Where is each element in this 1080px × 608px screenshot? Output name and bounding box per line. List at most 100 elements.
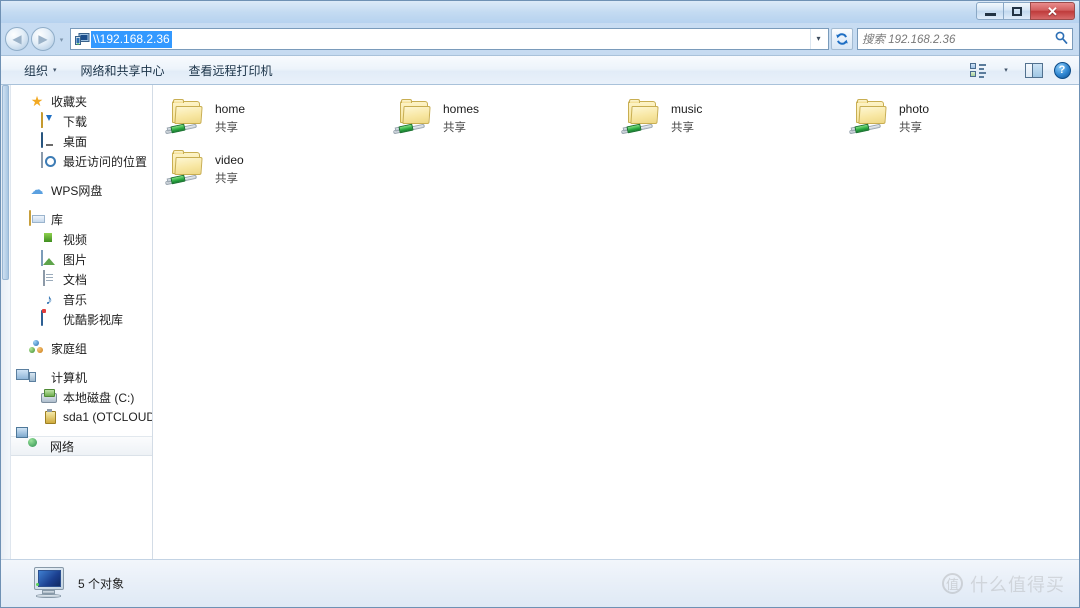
back-button[interactable]: ◀ xyxy=(5,27,29,51)
sidebar-item-youku-library[interactable]: 优酷影视库 xyxy=(11,309,152,329)
chevron-down-icon: ▾ xyxy=(53,67,57,74)
explorer-window: ✕ ◀ ▶ ▾ \\192.168.2.36 ▾ 搜索 192.168.2.36… xyxy=(0,0,1080,608)
list-item[interactable]: photo 共享 xyxy=(847,93,1075,143)
sidebar-item-local-disk-c[interactable]: 本地磁盘 (C:) xyxy=(11,387,152,407)
sidebar-label-music: 音乐 xyxy=(63,292,88,307)
search-icon xyxy=(1055,31,1068,47)
cloud-icon: ☁ xyxy=(30,182,44,197)
shared-folder-icon xyxy=(620,97,665,139)
shared-folder-icon xyxy=(164,148,209,190)
sidebar-group-network: 网络 xyxy=(11,436,152,456)
change-view-button[interactable] xyxy=(965,59,991,81)
sidebar-label-wps-cloud: WPS网盘 xyxy=(51,183,103,198)
sidebar-label-youku-library: 优酷影视库 xyxy=(63,312,124,327)
network-sharing-center-button[interactable]: 网络和共享中心 xyxy=(72,58,174,83)
list-item-name: photo xyxy=(899,102,930,116)
sidebar-group-wps: ☁ WPS网盘 xyxy=(11,180,152,200)
sidebar-label-downloads: 下载 xyxy=(63,114,88,129)
sidebar-item-libraries[interactable]: 库 xyxy=(11,209,152,229)
sidebar-item-recent-places[interactable]: 最近访问的位置 xyxy=(11,151,152,171)
sidebar-label-sda1: sda1 (OTCLOUD_7 xyxy=(63,410,152,424)
address-dropdown-button[interactable]: ▾ xyxy=(810,29,826,49)
file-list-pane[interactable]: home 共享 homes 共享 music 共享 photo 共享 video… xyxy=(153,85,1079,559)
view-remote-printers-button[interactable]: 查看远程打印机 xyxy=(180,58,282,83)
sidebar-item-computer[interactable]: 计算机 xyxy=(11,367,152,387)
sidebar-item-videos[interactable]: 视频 xyxy=(11,229,152,249)
sidebar-label-libraries: 库 xyxy=(51,212,64,227)
list-item[interactable]: music 共享 xyxy=(619,93,847,143)
view-dropdown-button[interactable]: ▾ xyxy=(993,59,1019,81)
refresh-icon xyxy=(836,33,848,45)
sidebar-item-wps-cloud[interactable]: ☁ WPS网盘 xyxy=(11,180,152,200)
network-sharing-label: 网络和共享中心 xyxy=(80,63,165,78)
computer-icon xyxy=(26,565,70,603)
list-item-name: homes xyxy=(443,102,480,116)
shared-folder-icon xyxy=(164,97,209,139)
minimize-button[interactable] xyxy=(976,2,1004,20)
forward-button[interactable]: ▶ xyxy=(31,27,55,51)
preview-pane-button[interactable] xyxy=(1021,59,1047,81)
maximize-restore-button[interactable] xyxy=(1003,2,1031,20)
sidebar-item-downloads[interactable]: 下载 xyxy=(11,111,152,131)
sidebar-label-network: 网络 xyxy=(50,439,75,454)
sidebar-label-computer: 计算机 xyxy=(51,370,88,385)
list-item-text: video 共享 xyxy=(209,148,244,187)
list-item[interactable]: video 共享 xyxy=(163,144,391,194)
list-item-subtitle: 共享 xyxy=(671,122,694,134)
list-item-text: music 共享 xyxy=(665,97,702,136)
forward-arrow-icon: ▶ xyxy=(38,32,48,46)
downloads-icon xyxy=(41,112,57,129)
sidebar-item-homegroup[interactable]: 家庭组 xyxy=(11,338,152,358)
sidebar-item-pictures[interactable]: 图片 xyxy=(11,249,152,269)
library-icon xyxy=(29,210,45,227)
sidebar-label-desktop: 桌面 xyxy=(63,134,88,149)
search-box[interactable]: 搜索 192.168.2.36 xyxy=(857,28,1073,50)
computer-icon xyxy=(29,369,45,385)
help-icon: ? xyxy=(1053,61,1071,79)
sidebar-item-sda1[interactable]: sda1 (OTCLOUD_7 xyxy=(11,407,152,427)
list-item-subtitle: 共享 xyxy=(215,122,238,134)
sidebar-item-favorites[interactable]: ★ 收藏夹 xyxy=(11,91,152,111)
close-button[interactable]: ✕ xyxy=(1030,2,1075,20)
sidebar-item-network[interactable]: 网络 xyxy=(11,436,152,456)
back-arrow-icon: ◀ xyxy=(12,32,22,46)
star-icon: ★ xyxy=(30,93,44,109)
file-grid: home 共享 homes 共享 music 共享 photo 共享 video… xyxy=(163,93,1079,195)
network-computer-icon xyxy=(73,32,91,46)
preview-pane-icon xyxy=(1025,62,1043,78)
help-button[interactable]: ? xyxy=(1049,59,1075,81)
list-item-name: music xyxy=(671,102,703,116)
sidebar-item-documents[interactable]: 文档 xyxy=(11,269,152,289)
navigation-pane: ★ 收藏夹 下载 桌面 最近访问的位置 ☁ WPS网盘 库 视频 图片 文档 ♪… xyxy=(11,85,153,559)
list-item-name: video xyxy=(215,153,244,167)
list-item[interactable]: home 共享 xyxy=(163,93,391,143)
recent-pages-button[interactable]: ▾ xyxy=(55,34,68,44)
window-controls: ✕ xyxy=(976,2,1075,20)
scrollbar-thumb[interactable] xyxy=(2,85,9,280)
sidebar-label-documents: 文档 xyxy=(63,272,88,287)
list-item-text: home 共享 xyxy=(209,97,245,136)
hard-disk-icon xyxy=(41,389,57,405)
music-icon: ♪ xyxy=(45,291,53,307)
homegroup-icon xyxy=(29,340,45,356)
sidebar-item-music[interactable]: ♪ 音乐 xyxy=(11,289,152,309)
search-input[interactable]: 搜索 192.168.2.36 xyxy=(862,31,1055,47)
address-bar[interactable]: \\192.168.2.36 ▾ xyxy=(70,28,829,50)
sidebar-group-favorites: ★ 收藏夹 下载 桌面 最近访问的位置 xyxy=(11,91,152,171)
documents-icon xyxy=(41,270,57,287)
sidebar-label-favorites: 收藏夹 xyxy=(51,94,88,109)
refresh-button[interactable] xyxy=(831,28,853,50)
status-text: 5 个对象 xyxy=(78,577,125,591)
sidebar-group-computer: 计算机 本地磁盘 (C:) sda1 (OTCLOUD_7 xyxy=(11,367,152,427)
list-item-text: homes 共享 xyxy=(437,97,479,136)
sidebar-item-desktop[interactable]: 桌面 xyxy=(11,131,152,151)
sidebar-group-homegroup: 家庭组 xyxy=(11,338,152,358)
sidebar-label-recent-places: 最近访问的位置 xyxy=(63,154,148,169)
organize-menu-button[interactable]: 组织 ▾ xyxy=(15,58,66,83)
navigation-bar: ◀ ▶ ▾ \\192.168.2.36 ▾ 搜索 192.168.2.36 xyxy=(1,23,1079,55)
chevron-down-icon: ▾ xyxy=(59,37,64,44)
close-icon: ✕ xyxy=(1047,3,1058,19)
list-item[interactable]: homes 共享 xyxy=(391,93,619,143)
navigation-pane-scrollbar[interactable] xyxy=(1,85,11,559)
watermark-text: 什么值得买 xyxy=(970,574,1065,595)
